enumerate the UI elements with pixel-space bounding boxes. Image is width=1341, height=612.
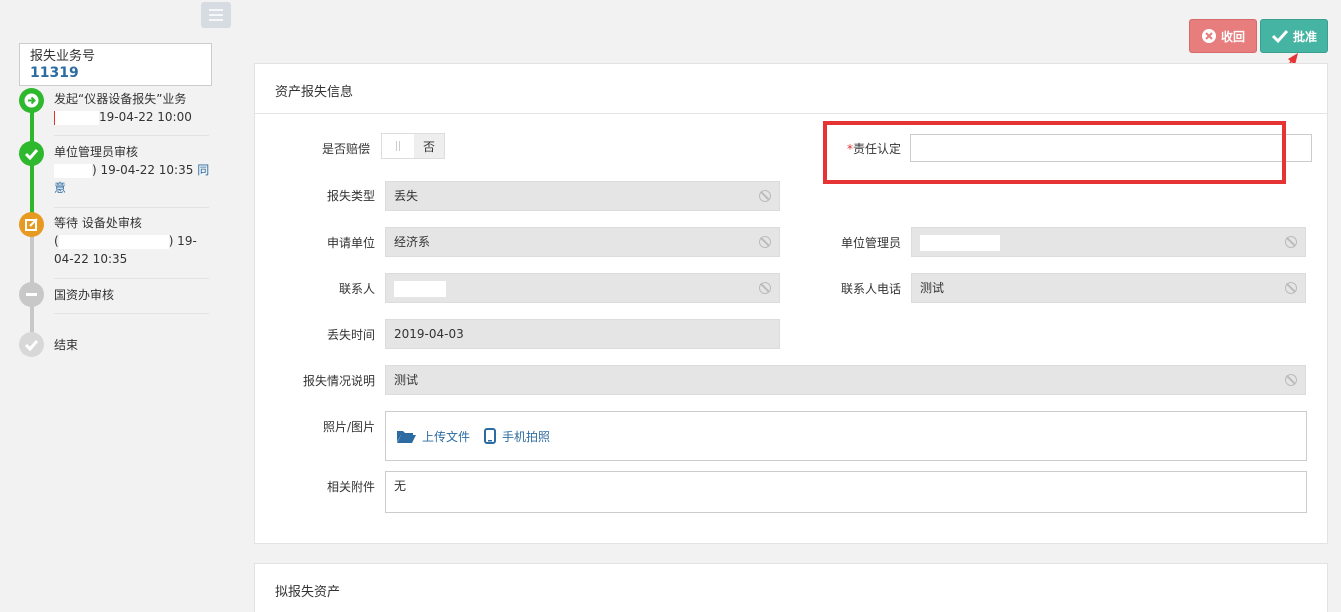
timeline-step-title: 发起“仪器设备报失”业务 — [54, 92, 187, 106]
redacted-name — [54, 110, 99, 125]
upload-file-button[interactable]: 上传文件 — [396, 428, 470, 445]
loss-time-label: 丢失时间 — [326, 328, 375, 342]
check-icon — [19, 332, 44, 357]
redacted-name — [394, 280, 446, 297]
loss-type-field: 丢失 — [385, 181, 780, 211]
disabled-icon — [1285, 236, 1297, 248]
check-icon — [19, 141, 44, 166]
phone-field: 测试 — [911, 273, 1306, 303]
check-icon — [1271, 29, 1289, 44]
phone-label: 联系人电话 — [840, 282, 901, 296]
withdraw-button[interactable]: 收回 — [1189, 19, 1257, 53]
annotation-highlight-box — [823, 121, 1286, 184]
disabled-icon — [759, 282, 771, 294]
menu-toggle-button[interactable] — [201, 2, 231, 28]
disabled-icon — [759, 236, 771, 248]
timeline-step-time: 19-04-22 10:00 — [99, 110, 192, 124]
photo-label: 照片/图片 — [322, 420, 375, 434]
mobile-phone-icon — [484, 428, 497, 444]
timeline-step-title: 等待 设备处审核 — [54, 216, 142, 230]
proposed-loss-assets-panel: 拟报失资产 — [254, 563, 1328, 612]
disabled-icon — [1285, 282, 1297, 294]
redacted-name — [58, 234, 169, 249]
loss-type-label: 报失类型 — [326, 189, 375, 203]
timeline-step-title: 单位管理员审核 — [54, 145, 139, 159]
compensate-toggle[interactable]: 否 — [381, 133, 445, 159]
attach-label: 相关附件 — [326, 480, 375, 494]
timeline-step-time: 04-22 10:35 — [54, 252, 128, 266]
desc-label: 报失情况说明 — [302, 374, 375, 388]
redacted-name — [920, 234, 1000, 251]
admin-field — [911, 227, 1306, 257]
contact-field — [385, 273, 780, 303]
timeline-step-title: 国资办审核 — [54, 288, 115, 302]
desc-field: 测试 — [385, 365, 1306, 395]
photo-upload-box: 上传文件 手机拍照 — [385, 411, 1307, 461]
arrow-right-icon — [19, 88, 44, 113]
timeline-step-time: ) 19-04-22 10:35 — [92, 163, 194, 177]
approve-button[interactable]: 批准 — [1260, 19, 1328, 53]
minus-icon — [19, 282, 44, 307]
contact-label: 联系人 — [338, 282, 375, 296]
dept-field: 经济系 — [385, 227, 780, 257]
hamburger-icon — [209, 9, 223, 11]
loss-time-field: 2019-04-03 — [385, 319, 780, 349]
business-number-value: 11319 — [30, 65, 79, 81]
panel-title: 拟报失资产 — [275, 585, 341, 600]
panel-title: 资产报失信息 — [255, 64, 1327, 114]
disabled-icon — [1285, 374, 1297, 386]
phone-photo-button[interactable]: 手机拍照 — [484, 428, 550, 445]
compensate-label: 是否赔偿 — [321, 142, 370, 156]
business-number-label: 报失业务号 — [30, 49, 96, 64]
redacted-name — [54, 163, 92, 178]
disabled-icon — [759, 190, 771, 202]
close-circle-icon — [1201, 29, 1216, 43]
timeline-step-title: 结束 — [54, 338, 79, 352]
attach-field: 无 — [385, 471, 1307, 513]
folder-open-icon — [397, 431, 416, 443]
edit-icon — [19, 212, 44, 237]
admin-label: 单位管理员 — [840, 236, 901, 250]
business-number-card: 报失业务号 11319 — [19, 43, 212, 86]
dept-label: 申请单位 — [326, 236, 375, 250]
compensate-value: 否 — [414, 134, 444, 158]
